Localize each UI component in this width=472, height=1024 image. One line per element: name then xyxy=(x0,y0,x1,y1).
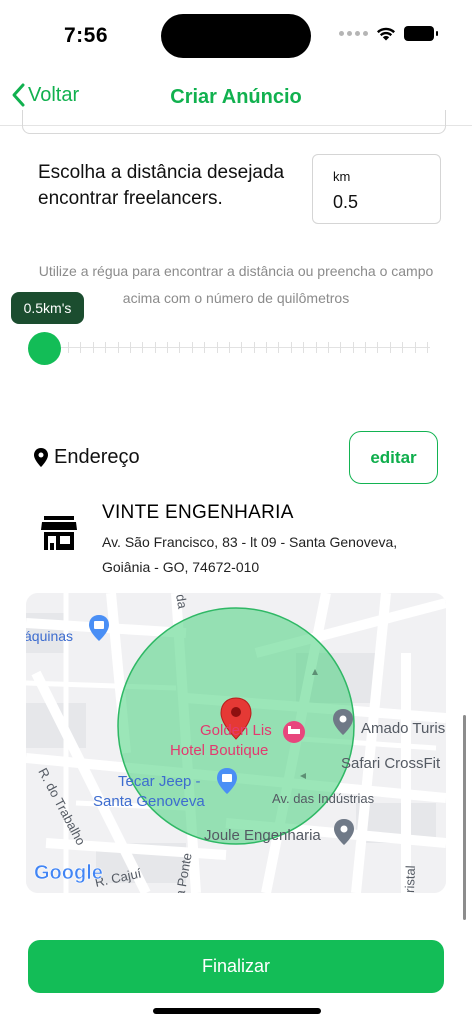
distance-slider[interactable] xyxy=(28,332,430,365)
map-label-joule: Joule Engenharia xyxy=(204,827,321,844)
google-logo: Google xyxy=(34,862,103,884)
dynamic-island xyxy=(161,14,311,58)
map-label-tecar-1: Tecar Jeep - xyxy=(118,773,201,790)
address-title: Endereço xyxy=(54,446,140,468)
km-input-field[interactable]: km 0.5 xyxy=(312,154,441,224)
slider-thumb[interactable] xyxy=(28,332,61,365)
status-time: 7:56 xyxy=(64,24,109,47)
distance-label: Escolha a distância desejada encontrar f… xyxy=(38,162,285,209)
slider-value-tooltip: 0.5km's xyxy=(11,292,84,324)
km-unit-label: km xyxy=(333,169,351,184)
map-label-aquinas: áquinas xyxy=(26,628,73,644)
previous-field-box[interactable] xyxy=(22,110,446,134)
home-indicator[interactable] xyxy=(153,1008,321,1014)
map-label-golden-2: Hotel Boutique xyxy=(170,742,268,759)
map-label-ristal: ristal xyxy=(402,865,418,893)
slider-ticks xyxy=(68,342,428,354)
finalize-button[interactable]: Finalizar xyxy=(28,940,444,993)
map-view[interactable]: áquinas Amado Turis Safari CrossFit Gold… xyxy=(26,593,446,893)
address-header: Endereço xyxy=(34,446,140,469)
wifi-icon xyxy=(377,27,395,41)
map-label-tecar-2: Santa Genoveva xyxy=(93,793,205,810)
cellular-signal-icon xyxy=(339,31,368,36)
location-pin-icon xyxy=(34,447,48,467)
poi-hotel-icon xyxy=(283,721,305,743)
company-address: Av. São Francisco, 83 - lt 09 - Santa Ge… xyxy=(102,534,398,575)
map-label-golden-1: Golden Lis xyxy=(200,722,272,739)
company-name: VINTE ENGENHARIA xyxy=(102,502,294,523)
km-value[interactable]: 0.5 xyxy=(333,192,420,213)
distance-helper-text: Utilize a régua para encontrar a distânc… xyxy=(38,263,434,306)
map-label-safari: Safari CrossFit xyxy=(341,755,441,772)
map-label-amado: Amado Turis xyxy=(361,720,445,737)
store-icon xyxy=(41,516,77,550)
battery-icon xyxy=(404,26,438,41)
page-title: Criar Anúncio xyxy=(170,86,302,108)
status-icons xyxy=(339,26,438,41)
scrollbar[interactable] xyxy=(463,715,466,920)
edit-address-button[interactable]: editar xyxy=(349,431,438,484)
map-label-industrias: Av. das Indústrias xyxy=(272,791,375,806)
status-bar: 7:56 xyxy=(0,0,472,70)
